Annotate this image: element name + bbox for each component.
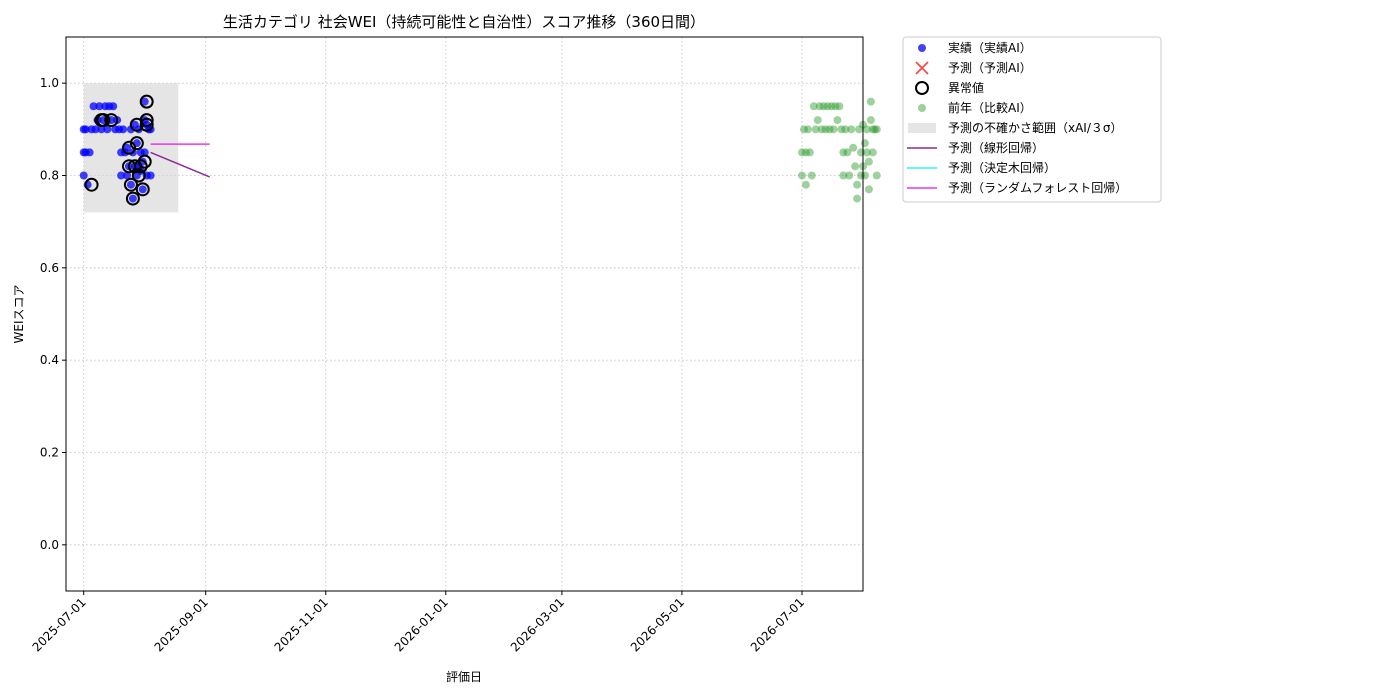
legend-swatch-patch (908, 123, 936, 133)
previous-year-point (853, 180, 862, 189)
previous-year-point (803, 125, 812, 134)
y-axis-ticks: 0.0 0.2 0.4 0.6 0.8 1.0 (40, 76, 66, 552)
previous-year-point (813, 116, 822, 125)
chart-title: 生活カテゴリ 社会WEI（持続可能性と自治性）スコア推移（360日間） (223, 13, 705, 31)
previous-year-point (807, 171, 816, 180)
actual-point (119, 125, 128, 134)
previous-year-point (868, 148, 877, 157)
x-tick-label: 2026-05-01 (628, 595, 687, 654)
previous-year-point (847, 125, 856, 134)
x-axis-label: 評価日 (446, 669, 482, 684)
plot-series (79, 94, 881, 206)
previous-year-point (797, 171, 806, 180)
actual-point (109, 102, 118, 111)
y-tick-label: 0.8 (40, 169, 59, 183)
legend-label: 予測（決定木回帰） (948, 160, 1056, 175)
previous-year-point (829, 125, 838, 134)
x-tick-label: 2025-11-01 (272, 595, 331, 654)
y-tick-label: 0.6 (40, 261, 59, 275)
previous-year-point (866, 116, 875, 125)
previous-year-point (864, 185, 873, 194)
legend: 実績（実績AI） 予測（予測AI） 異常値前年（比較AI） 予測の不確かさ範囲（xAI… (902, 36, 1162, 203)
legend-label: 実績（実績AI） (948, 40, 1032, 55)
grid (66, 37, 863, 591)
x-axis-ticks: 2025-07-01 2025-09-01 2025-11-01 2026-01-01… (30, 591, 807, 654)
actual-point (138, 185, 147, 194)
x-tick-label: 2026-07-01 (748, 595, 807, 654)
legend-swatch-dot (918, 44, 926, 52)
previous-year-point (860, 139, 869, 148)
previous-year-point (860, 171, 869, 180)
previous-year-point (833, 116, 842, 125)
previous-year-point (835, 102, 844, 111)
x-tick-label: 2025-07-01 (30, 595, 89, 654)
actual-point (126, 180, 135, 189)
actual-point (85, 148, 94, 157)
previous-year-point (872, 125, 881, 134)
legend-label: 予測（線形回帰） (948, 140, 1044, 155)
previous-year-point (864, 157, 873, 166)
previous-year-point (872, 171, 881, 180)
chart-canvas: 生活カテゴリ 社会WEI（持続可能性と自治性）スコア推移（360日間） 2025… (12, 13, 1162, 684)
legend-label: 予測（予測AI） (948, 61, 1032, 75)
y-tick-label: 0.0 (40, 538, 59, 552)
actual-point (146, 171, 155, 180)
plot-area-frame (65, 36, 864, 592)
y-tick-label: 1.0 (40, 76, 59, 90)
previous-year-point (849, 143, 858, 152)
legend-swatch-dot (918, 104, 926, 112)
legend-label: 予測（ランダムフォレスト回帰） (948, 180, 1127, 195)
x-tick-label: 2026-01-01 (392, 595, 451, 654)
y-tick-label: 0.4 (40, 353, 59, 367)
legend-label: 異常値 (948, 80, 984, 95)
legend-label: 前年（比較AI） (948, 100, 1032, 115)
x-tick-label: 2026-03-01 (508, 595, 567, 654)
previous-year-point (851, 162, 860, 171)
previous-year-point (845, 171, 854, 180)
legend-label: 予測の不確かさ範囲（xAI/３σ） (948, 120, 1123, 135)
previous-year-point (801, 180, 810, 189)
actual-point (79, 171, 88, 180)
y-axis-label: WEIスコア (12, 285, 26, 344)
actual-point (128, 194, 137, 203)
x-tick-label: 2025-09-01 (152, 595, 211, 654)
y-tick-label: 0.2 (40, 446, 59, 460)
previous-year-point (866, 97, 875, 106)
previous-year-point (805, 148, 814, 157)
legend-frame (902, 36, 1162, 203)
previous-year-point (853, 194, 862, 203)
